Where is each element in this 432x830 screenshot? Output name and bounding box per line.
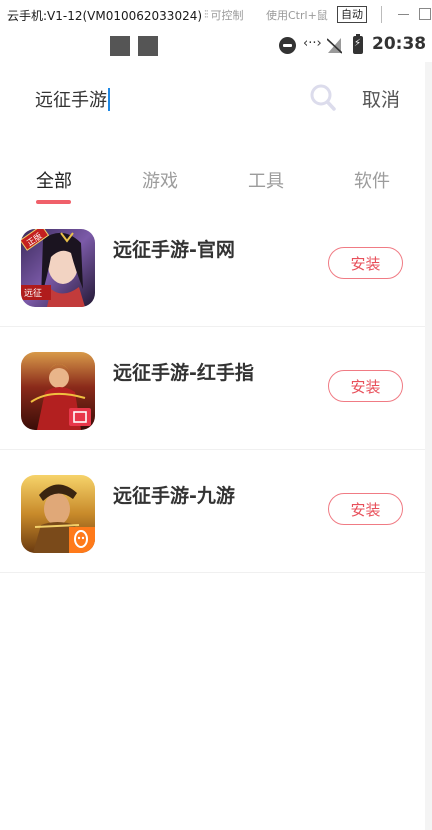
app-icon <box>21 352 95 430</box>
tab-games[interactable]: 游戏 <box>142 167 178 193</box>
icon-corner-text: 远征 <box>24 288 42 299</box>
list-item[interactable]: 远征手游-九游 安装 <box>0 450 425 573</box>
do-not-disturb-icon <box>279 37 296 54</box>
no-signal-icon <box>327 38 342 54</box>
notification-icon <box>138 36 158 56</box>
window-edge <box>425 62 432 830</box>
cancel-button[interactable]: 取消 <box>362 85 400 112</box>
list-item[interactable]: 远征手游-红手指 安装 <box>0 327 425 450</box>
notification-icon <box>110 36 130 56</box>
install-button[interactable]: 安装 <box>328 370 403 402</box>
shortcut-hint: 使用Ctrl+鼠 <box>266 9 328 22</box>
app-icon <box>21 475 95 553</box>
search-input[interactable]: 远征手游 <box>35 86 295 112</box>
search-icon[interactable] <box>309 83 337 113</box>
list-item[interactable]: 远征 正版 远征手游-官网 安装 <box>0 204 425 327</box>
install-button[interactable]: 安装 <box>328 493 403 525</box>
install-button[interactable]: 安装 <box>328 247 403 279</box>
toolbar-divider <box>381 6 382 23</box>
minimize-icon[interactable] <box>398 14 409 15</box>
maximize-icon[interactable] <box>419 8 431 20</box>
auto-button[interactable]: 自动 <box>337 6 367 23</box>
status-time: 20:38 <box>372 34 427 54</box>
app-name: 远征手游-九游 <box>113 485 235 507</box>
status-bar <box>0 30 432 62</box>
tab-software[interactable]: 软件 <box>354 167 390 193</box>
emulator-title-bar: 云手机:V1-12(VM010062033024) ⫶⫶ 可控制 使用Ctrl+… <box>0 0 432 30</box>
control-label: 可控制 <box>210 9 244 22</box>
app-name: 远征手游-官网 <box>113 239 235 261</box>
tab-tools[interactable]: 工具 <box>248 167 284 193</box>
control-toggle[interactable]: ⫶⫶ 可控制 <box>204 7 244 23</box>
sliders-icon: ⫶⫶ <box>204 8 208 21</box>
battery-charging-icon <box>353 34 363 54</box>
emulator-title: 云手机:V1-12(VM010062033024) <box>7 9 203 23</box>
text-caret <box>108 87 110 111</box>
search-query: 远征手游 <box>35 90 107 111</box>
tab-all[interactable]: 全部 <box>36 167 72 193</box>
app-icon: 远征 正版 <box>21 229 95 307</box>
app-name: 远征手游-红手指 <box>113 362 254 384</box>
data-transfer-icon: ‹··› <box>303 36 322 51</box>
